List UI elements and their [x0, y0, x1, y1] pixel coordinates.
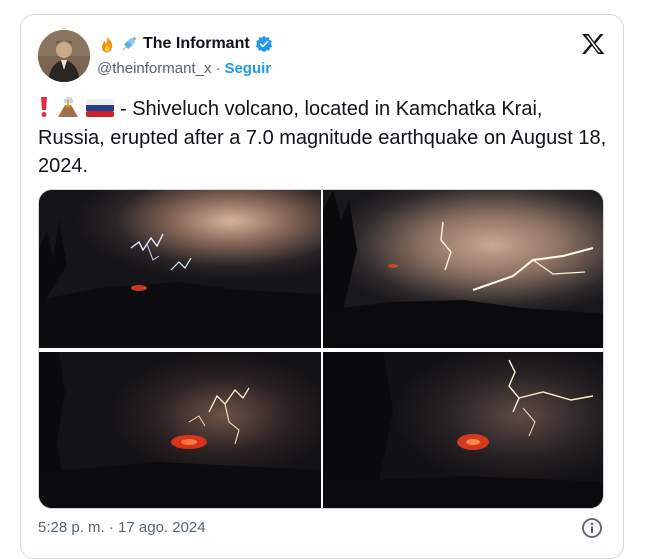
tweet-body-text: - Shiveluch volcano, located in Kamchatk… [38, 98, 607, 177]
tweet-text: - Shiveluch volcano, located in Kamchatk… [38, 95, 608, 181]
eruption-lightning-photo-4[interactable] [323, 352, 604, 509]
eruption-lightning-photo-2[interactable] [323, 190, 604, 348]
eruption-lightning-photo-3[interactable] [39, 352, 321, 509]
tweet-timestamp[interactable]: 5:28 p. m. · 17 ago. 2024 [38, 519, 206, 536]
avatar[interactable] [38, 30, 90, 82]
author-handle[interactable]: @theinformant_x [97, 60, 211, 77]
author-display-name[interactable]: The Informant [143, 35, 250, 53]
media-grid [38, 189, 604, 509]
avatar-image [38, 30, 90, 82]
russia-flag-emoji-icon [86, 99, 114, 117]
eruption-lightning-photo-1[interactable] [39, 190, 321, 348]
author-name-row: The Informant [97, 33, 273, 55]
author-handle-row: @theinformant_x · Seguir [97, 60, 271, 77]
fire-emoji-icon [101, 36, 113, 53]
volcano-emoji-icon [58, 96, 78, 117]
syringe-emoji-icon [122, 36, 137, 51]
exclamation-emoji-icon [41, 97, 47, 117]
x-logo-icon[interactable] [581, 33, 605, 55]
follow-button[interactable]: Seguir [224, 60, 271, 77]
handle-separator: · [215, 60, 221, 77]
info-icon[interactable] [581, 517, 603, 539]
verified-badge-icon[interactable] [255, 35, 273, 53]
tweet-card[interactable]: The Informant @theinformant_x · Seguir -… [20, 14, 624, 559]
